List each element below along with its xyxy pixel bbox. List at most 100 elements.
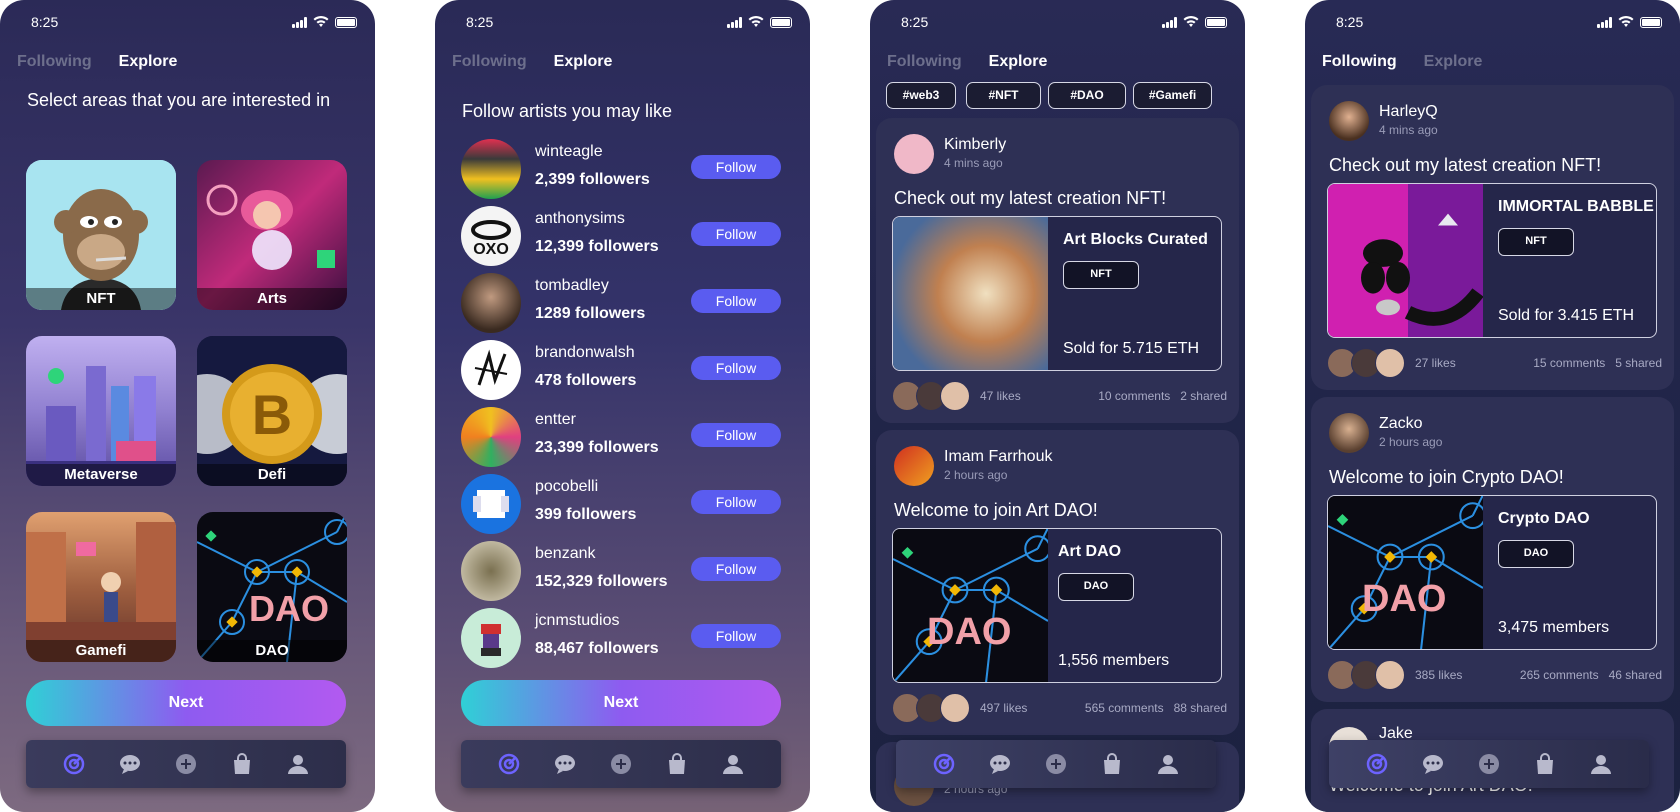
hashtag-chip[interactable]: #web3 [886,82,956,109]
tab-explore[interactable]: Explore [554,53,613,71]
add-icon[interactable] [1477,752,1501,776]
artist-name[interactable]: benzank [535,545,596,563]
add-icon[interactable] [1044,752,1068,776]
tab-explore[interactable]: Explore [1424,53,1483,71]
follow-button[interactable]: Follow [691,624,781,648]
artist-followers: 2,399 followers [535,171,650,188]
artist-name[interactable]: pocobelli [535,478,598,496]
shop-icon[interactable] [1533,752,1557,776]
follow-button[interactable]: Follow [691,289,781,313]
avatar[interactable] [461,407,521,467]
post-author[interactable]: Zacko [1379,415,1423,433]
post-card[interactable]: Kimberly 4 mins ago Check out my latest … [876,118,1239,423]
tab-following[interactable]: Following [17,53,92,71]
shop-icon[interactable] [665,752,689,776]
chat-icon[interactable] [553,752,577,776]
comments-count[interactable]: 15 comments [1533,356,1605,370]
post-card[interactable]: Zacko 2 hours ago Welcome to join Crypto… [1311,397,1674,702]
nft-card[interactable]: DAO Art DAO DAO 1,556 members [892,528,1222,683]
tab-following[interactable]: Following [452,53,527,71]
profile-icon[interactable] [721,752,745,776]
post-author[interactable]: HarleyQ [1379,103,1438,121]
artist-row: brandonwalsh 478 followers Follow [461,338,781,400]
next-button[interactable]: Next [26,680,346,726]
nft-badge[interactable]: NFT [1498,228,1574,256]
comments-count[interactable]: 10 comments [1098,389,1170,403]
nft-badge[interactable]: NFT [1063,261,1139,289]
comments-count[interactable]: 565 comments [1085,701,1164,715]
profile-icon[interactable] [286,752,310,776]
tab-following[interactable]: Following [887,53,962,71]
nft-badge[interactable]: DAO [1498,540,1574,568]
avatar[interactable] [461,273,521,333]
shared-count[interactable]: 5 shared [1615,356,1662,370]
follow-button[interactable]: Follow [691,423,781,447]
post-card[interactable]: Imam Farrhouk 2 hours ago Welcome to joi… [876,430,1239,735]
tab-explore[interactable]: Explore [989,53,1048,71]
shop-icon[interactable] [230,752,254,776]
post-card[interactable]: HarleyQ 4 mins ago Check out my latest c… [1311,85,1674,390]
chat-icon[interactable] [988,752,1012,776]
follow-button[interactable]: Follow [691,222,781,246]
likes-count[interactable]: 27 likes [1415,356,1456,370]
next-button[interactable]: Next [461,680,781,726]
interest-tile-dao[interactable]: DAO DAO [197,512,347,662]
interest-tile-metaverse[interactable]: Metaverse [26,336,176,486]
avatar[interactable]: OXO [461,206,521,266]
chat-icon[interactable] [118,752,142,776]
shared-count[interactable]: 46 shared [1609,668,1662,682]
nft-card[interactable]: IMMORTAL BABBLE NFT Sold for 3.415 ETH [1327,183,1657,338]
avatar[interactable] [461,139,521,199]
artist-name[interactable]: jcnmstudios [535,612,619,630]
explore-icon[interactable] [62,752,86,776]
hashtag-chip[interactable]: #Gamefi [1133,82,1212,109]
interest-tile-defi[interactable]: B Defi [197,336,347,486]
nft-card[interactable]: Art Blocks Curated NFT Sold for 5.715 ET… [892,216,1222,371]
shared-count[interactable]: 88 shared [1174,701,1227,715]
avatar[interactable] [894,446,934,486]
add-icon[interactable] [609,752,633,776]
tab-explore[interactable]: Explore [119,53,178,71]
artist-name[interactable]: entter [535,411,576,429]
interest-tile-arts[interactable]: Arts [197,160,347,310]
avatar[interactable] [1329,101,1369,141]
interest-tile-gamefi[interactable]: Gamefi [26,512,176,662]
artist-name[interactable]: tombadley [535,277,609,295]
post-author[interactable]: Imam Farrhouk [944,448,1052,466]
profile-icon[interactable] [1589,752,1613,776]
nft-badge[interactable]: DAO [1058,573,1134,601]
avatar[interactable] [461,340,521,400]
artist-name[interactable]: winteagle [535,143,603,161]
explore-icon[interactable] [932,752,956,776]
status-time: 8:25 [1336,14,1364,30]
avatar[interactable] [894,134,934,174]
tab-following[interactable]: Following [1322,53,1397,71]
hashtag-chip[interactable]: #NFT [966,82,1041,109]
shared-count[interactable]: 2 shared [1180,389,1227,403]
avatar[interactable] [461,474,521,534]
avatar[interactable] [461,541,521,601]
post-author[interactable]: Kimberly [944,136,1006,154]
explore-icon[interactable] [1365,752,1389,776]
follow-button[interactable]: Follow [691,557,781,581]
member-count: 1,556 members [1058,652,1170,669]
follow-button[interactable]: Follow [691,155,781,179]
add-icon[interactable] [174,752,198,776]
follow-button[interactable]: Follow [691,490,781,514]
likes-count[interactable]: 385 likes [1415,668,1462,682]
interest-tile-nft[interactable]: NFT [26,160,176,310]
artist-name[interactable]: anthonysims [535,210,625,228]
hashtag-chip[interactable]: #DAO [1048,82,1126,109]
artist-name[interactable]: brandonwalsh [535,344,635,362]
explore-icon[interactable] [497,752,521,776]
likes-count[interactable]: 497 likes [980,701,1027,715]
likes-count[interactable]: 47 likes [980,389,1021,403]
comments-count[interactable]: 265 comments [1520,668,1599,682]
avatar[interactable] [1329,413,1369,453]
chat-icon[interactable] [1421,752,1445,776]
shop-icon[interactable] [1100,752,1124,776]
follow-button[interactable]: Follow [691,356,781,380]
avatar[interactable] [461,608,521,668]
nft-card[interactable]: DAO Crypto DAO DAO 3,475 members [1327,495,1657,650]
profile-icon[interactable] [1156,752,1180,776]
